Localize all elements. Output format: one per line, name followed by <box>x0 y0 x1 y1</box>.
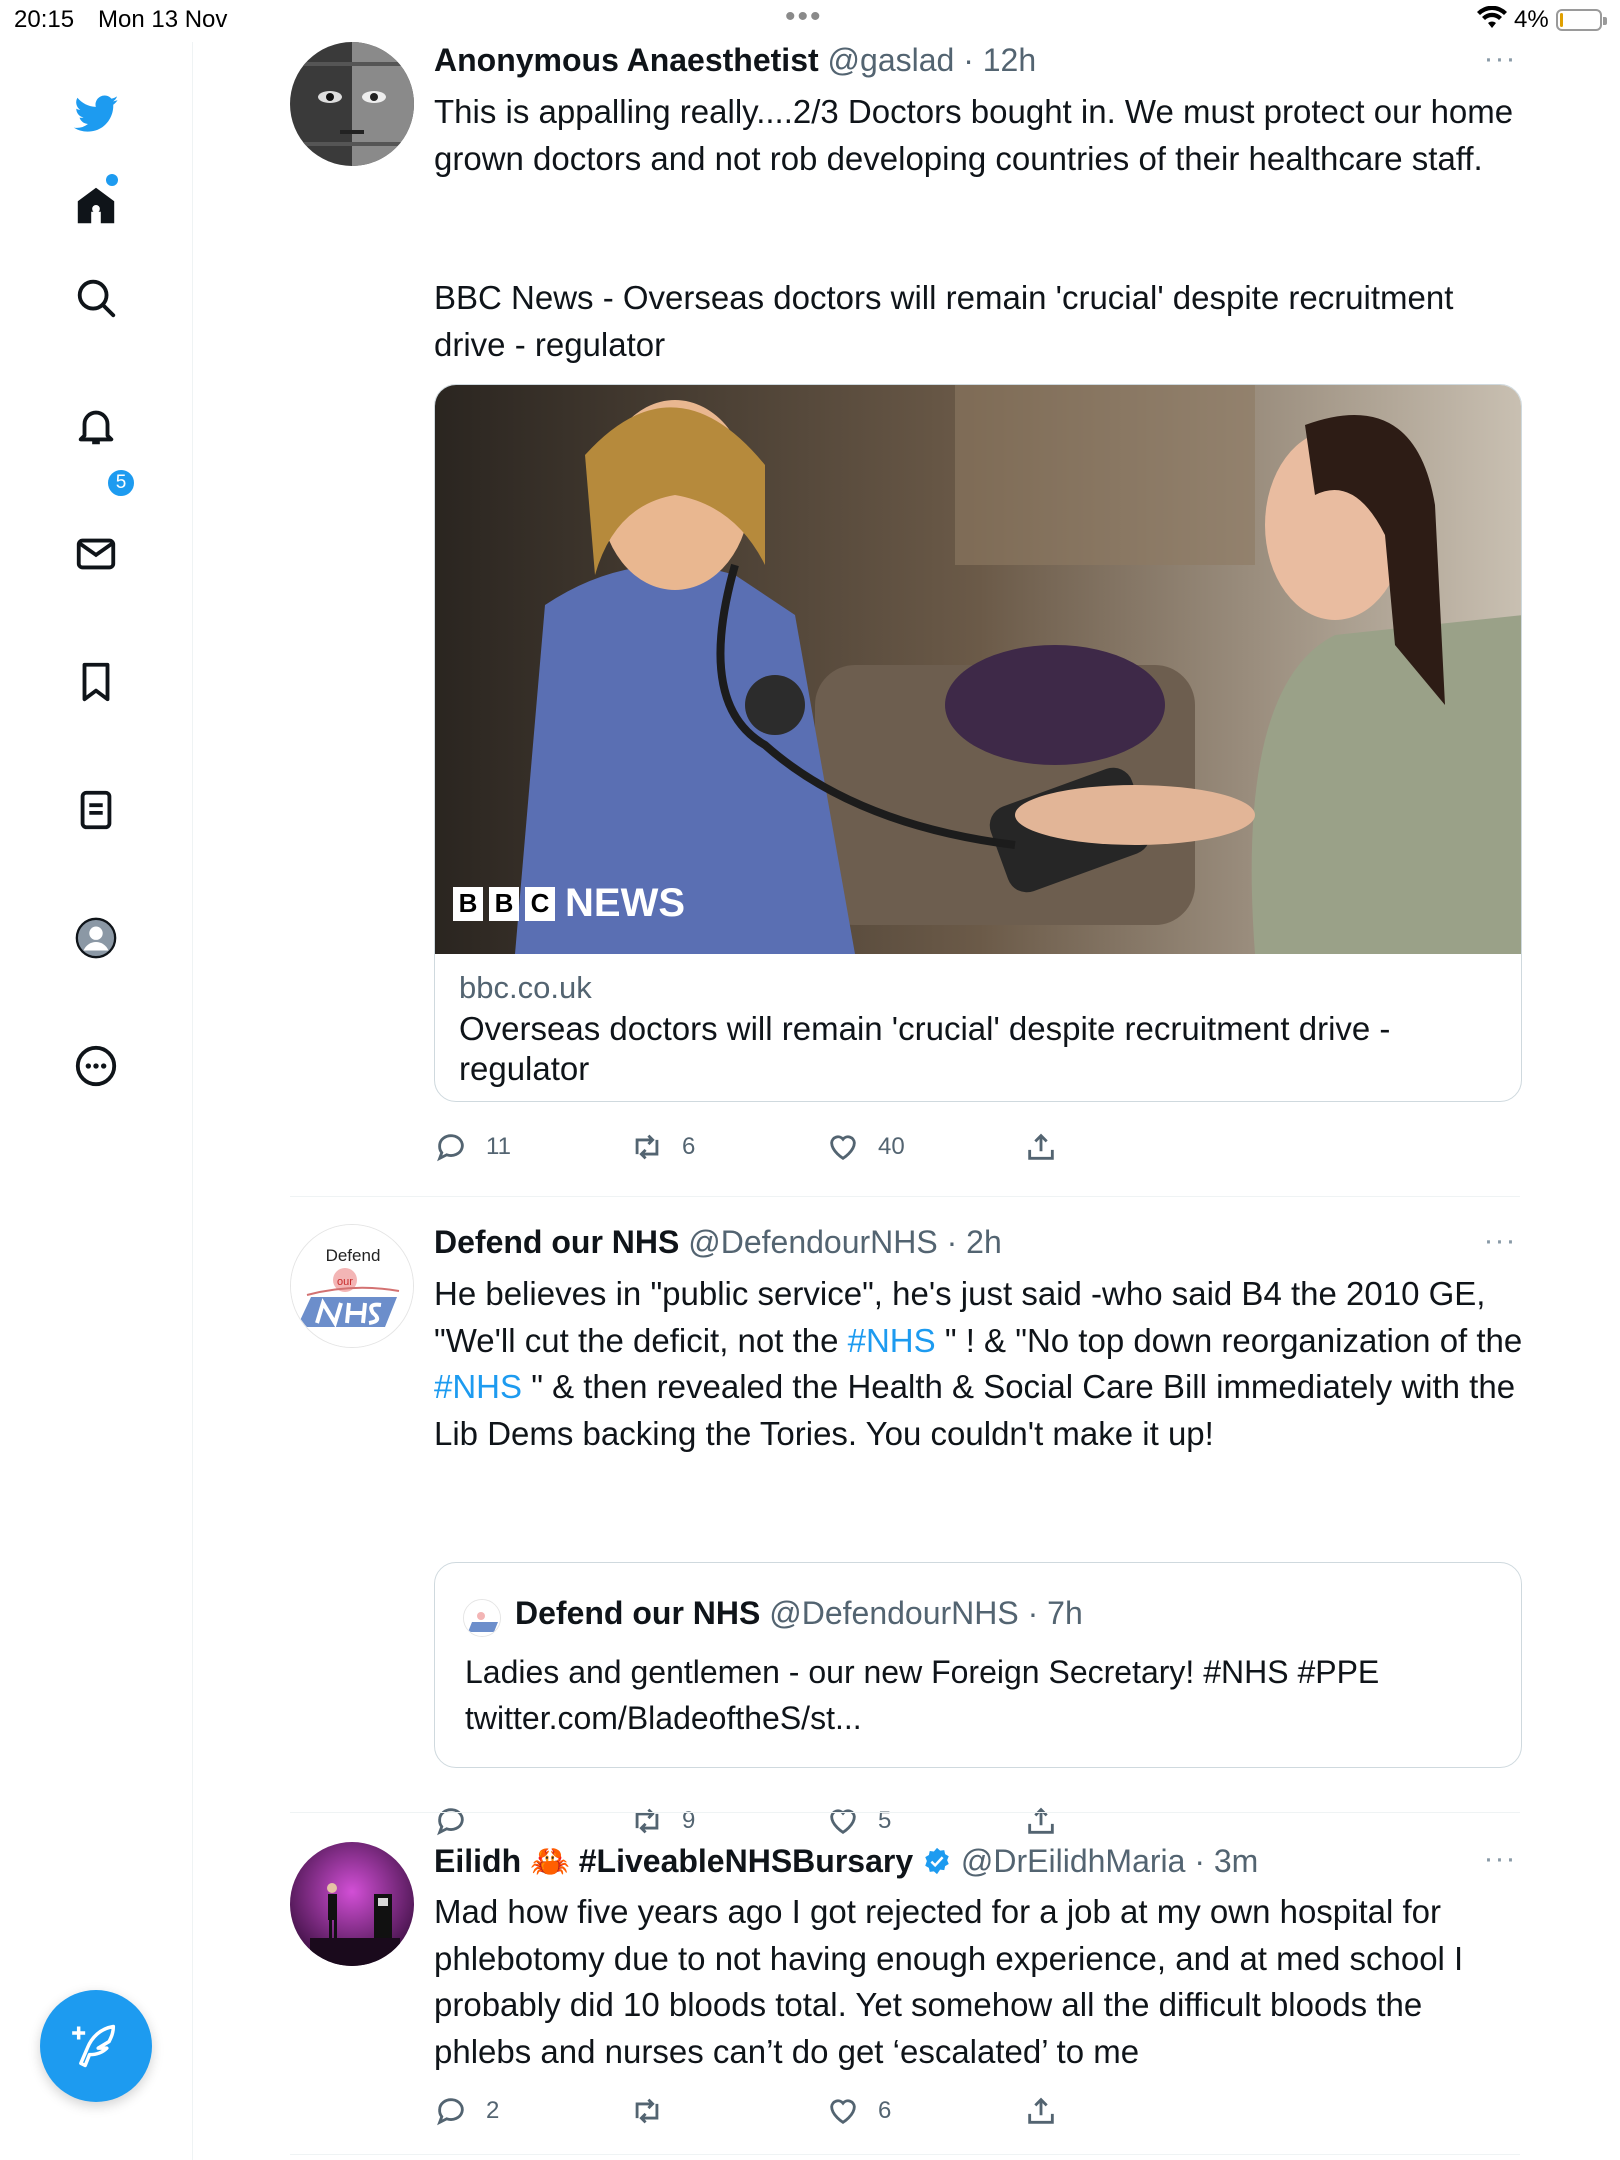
retweet-button[interactable]: 6 <box>630 1130 695 1164</box>
tweet-text: He believes in "public service", he's ju… <box>434 1275 1523 1452</box>
status-time: 20:15 <box>14 6 75 33</box>
author-handle[interactable]: @DefendourNHS <box>688 1224 937 1260</box>
retweet-count: 6 <box>682 1133 696 1160</box>
tweet-header: Anonymous Anaesthetist @gaslad · 12h <box>434 42 1037 78</box>
link-card[interactable]: B B C NEWS bbc.co.uk Overseas doctors wi… <box>434 384 1522 1102</box>
tweet-time[interactable]: 2h <box>966 1224 1002 1260</box>
retweet-button[interactable]: 9 <box>630 1804 695 1838</box>
reply-icon <box>437 2098 464 2126</box>
author-handle[interactable]: @gaslad <box>828 42 955 78</box>
tweet-actions: 2 6 <box>434 2094 1134 2134</box>
more-options-icon[interactable]: ··· <box>1480 42 1520 76</box>
sidebar: 5 <box>0 42 193 2160</box>
link-card-title: Overseas doctors will remain 'crucial' d… <box>459 1010 1391 1087</box>
compose-tweet-button[interactable] <box>40 1990 152 2102</box>
svg-text:Defend: Defend <box>326 1246 381 1265</box>
lists-icon[interactable] <box>70 784 122 836</box>
like-button[interactable]: 6 <box>826 2094 891 2128</box>
share-button[interactable] <box>1024 1804 1058 1838</box>
like-count: 6 <box>878 2097 892 2124</box>
share-button[interactable] <box>1024 1130 1058 1164</box>
author-name[interactable]: Defend our NHS <box>434 1224 679 1260</box>
verified-badge-icon <box>922 1846 952 1884</box>
wifi-icon <box>1476 5 1508 37</box>
reply-icon <box>437 1808 464 1836</box>
status-bar: 20:15 Mon 13 Nov ••• 4% <box>0 0 1620 42</box>
status-date: Mon 13 Nov <box>98 6 228 33</box>
tweet-text: This is appalling really....2/3 Doctors … <box>434 93 1514 177</box>
battery-percent: 4% <box>1514 6 1549 33</box>
compose-tweet-icon <box>72 2024 116 2068</box>
share-button[interactable] <box>1024 2094 1058 2128</box>
link-card-image: B B C NEWS <box>435 385 1521 954</box>
quoted-tweet[interactable]: Defend our NHS @DefendourNHS · 7h Ladies… <box>434 1562 1522 1768</box>
reply-button[interactable]: 2 <box>434 2094 499 2128</box>
like-count: 40 <box>878 1133 905 1160</box>
author-name[interactable]: Anonymous Anaesthetist <box>434 42 819 78</box>
avatar[interactable]: Defend our <box>290 1224 414 1348</box>
reply-count: 2 <box>486 2097 500 2124</box>
share-icon <box>1028 2097 1054 2124</box>
profile-icon[interactable] <box>70 912 122 964</box>
svg-text:our: our <box>337 1276 353 1288</box>
bookmark-icon[interactable] <box>70 656 122 708</box>
quoted-header: Defend our NHS @DefendourNHS · 7h <box>515 1595 1083 1631</box>
search-icon[interactable] <box>70 272 122 324</box>
notifications-bell-icon[interactable] <box>70 400 122 452</box>
reply-count: 11 <box>486 1133 511 1160</box>
quoted-avatar <box>463 1599 501 1637</box>
tweet-header: Eilidh 🦀 #LiveableNHSBursary @DrEilidhMa… <box>434 1842 1258 1884</box>
reply-button[interactable]: 11 <box>434 1130 511 1164</box>
tweet-divider <box>290 1196 1520 1197</box>
more-options-icon[interactable]: ··· <box>1480 1842 1520 1876</box>
share-icon <box>1028 1133 1054 1160</box>
quoted-author-name: Defend our NHS <box>515 1595 761 1631</box>
retweet-button[interactable] <box>630 2094 682 2128</box>
author-handle[interactable]: @DrEilidhMaria <box>961 1843 1186 1879</box>
share-icon <box>1028 1807 1054 1834</box>
reply-button[interactable] <box>434 1804 486 1838</box>
twitter-bird-icon[interactable] <box>70 88 122 140</box>
link-card-domain: bbc.co.uk <box>459 970 592 1005</box>
hashtag-link[interactable]: #NHS <box>434 1368 522 1405</box>
quoted-text: Ladies and gentlemen - our new Foreign S… <box>465 1654 1380 1736</box>
tweet-actions: 11 6 40 <box>434 1130 1134 1170</box>
heart-icon <box>830 1809 856 1835</box>
quoted-time: 7h <box>1047 1595 1083 1631</box>
tweet-divider <box>290 2154 1520 2155</box>
heart-icon <box>830 2099 856 2125</box>
heart-icon <box>830 1135 856 1161</box>
notification-count-badge: 5 <box>106 468 136 498</box>
avatar[interactable] <box>290 1842 414 1966</box>
retweet-icon <box>635 2098 659 2124</box>
home-unread-dot <box>106 174 118 186</box>
more-options-icon[interactable]: ··· <box>1480 1224 1520 1258</box>
more-circle-icon[interactable] <box>70 1040 122 1092</box>
tweet-text-link-title: BBC News - Overseas doctors will remain … <box>434 279 1454 363</box>
messages-envelope-icon[interactable] <box>70 528 122 580</box>
reply-icon <box>437 1134 464 1162</box>
avatar[interactable] <box>290 42 414 166</box>
battery-icon <box>1556 9 1607 31</box>
bbc-news-logo: B B C NEWS <box>453 881 685 926</box>
home-icon[interactable] <box>70 180 122 232</box>
retweet-icon <box>635 1134 659 1160</box>
tweet-actions: 9 5 <box>434 1804 1134 1844</box>
multitasking-dots-icon[interactable]: ••• <box>785 0 823 34</box>
tweet-header: Defend our NHS @DefendourNHS · 2h <box>434 1224 1002 1260</box>
tweet-text: Mad how five years ago I got rejected fo… <box>434 1893 1464 2070</box>
tweet-time[interactable]: 12h <box>983 42 1036 78</box>
retweet-icon <box>635 1808 659 1834</box>
tweet-time[interactable]: 3m <box>1214 1843 1258 1879</box>
like-button[interactable]: 5 <box>826 1804 891 1838</box>
tweet-divider <box>290 1812 1520 1813</box>
quoted-author-handle: @DefendourNHS <box>769 1595 1019 1631</box>
author-name[interactable]: Eilidh 🦀 #LiveableNHSBursary <box>434 1843 913 1879</box>
like-button[interactable]: 40 <box>826 1130 905 1164</box>
hashtag-link[interactable]: #NHS <box>848 1322 936 1359</box>
